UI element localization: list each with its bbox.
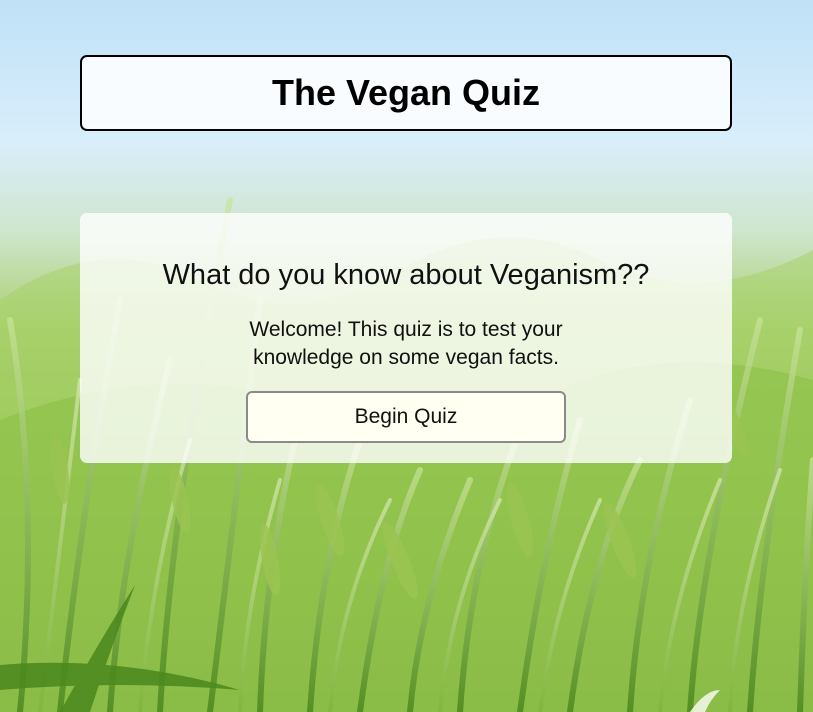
title-banner: The Vegan Quiz: [80, 55, 732, 131]
begin-quiz-button[interactable]: Begin Quiz: [246, 391, 566, 443]
intro-description: Welcome! This quiz is to test your knowl…: [249, 318, 563, 369]
intro-card: What do you know about Veganism?? Welcom…: [80, 213, 732, 463]
intro-heading: What do you know about Veganism??: [162, 259, 650, 291]
page-title: The Vegan Quiz: [271, 72, 541, 113]
